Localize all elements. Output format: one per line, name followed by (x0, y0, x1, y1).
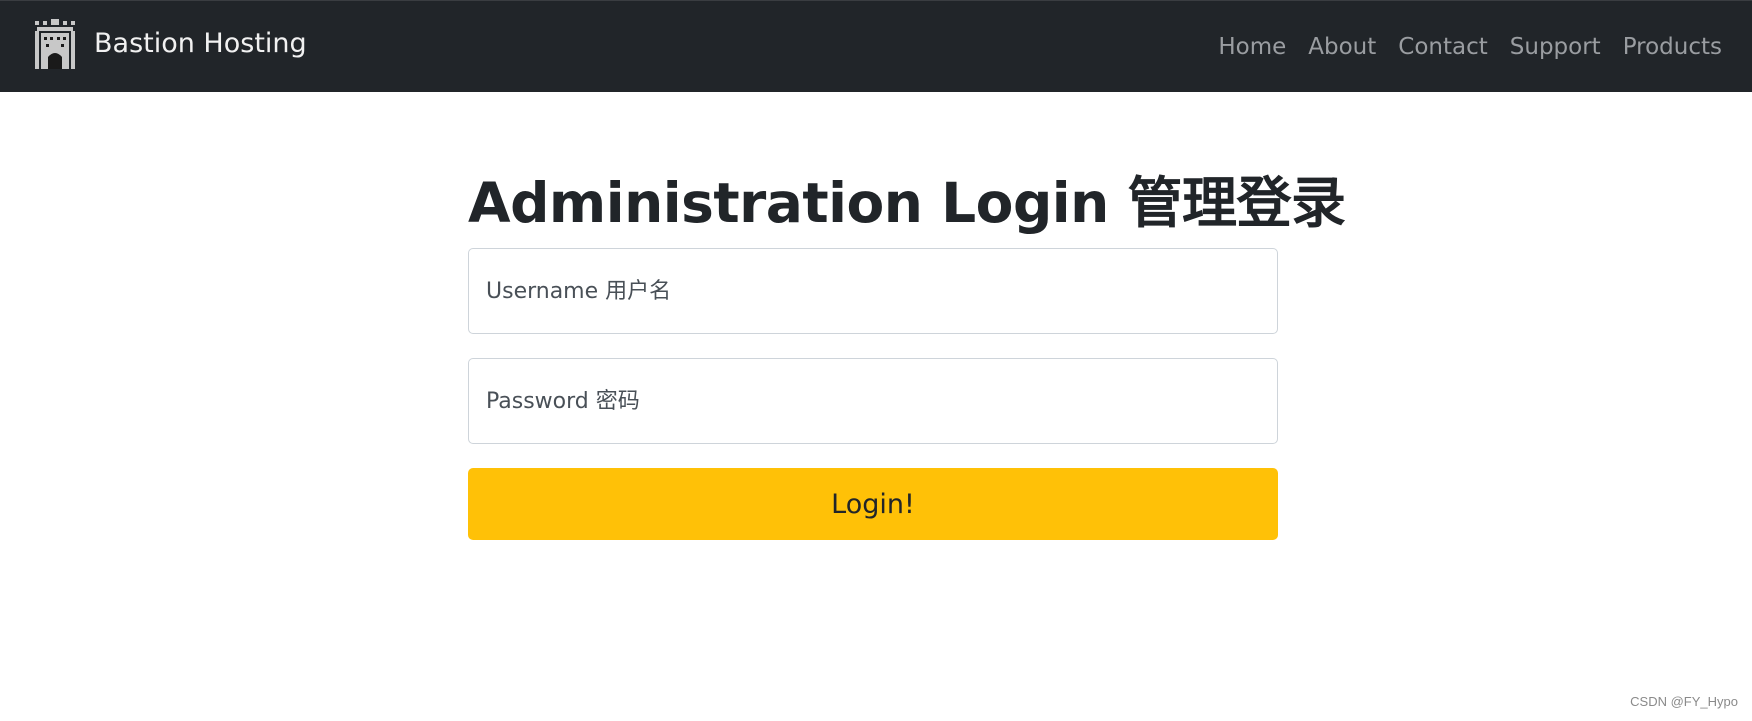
nav-item-home: Home (1218, 34, 1286, 60)
nav-item-support: Support (1510, 34, 1601, 60)
password-input[interactable] (468, 358, 1278, 444)
nav-link-support[interactable]: Support (1510, 34, 1601, 60)
page-title: Administration Login 管理登录 (468, 171, 1346, 235)
navbar: Bastion Hosting Home About Contact Suppo… (0, 0, 1752, 92)
nav-item-about: About (1308, 34, 1376, 60)
nav-menu: Home About Contact Support Products (1196, 1, 1722, 93)
watermark: CSDN @FY_Hypo (1630, 694, 1738, 709)
nav-item-products: Products (1623, 34, 1722, 60)
login-button[interactable]: Login! (468, 468, 1278, 540)
brand-name: Bastion Hosting (94, 28, 307, 59)
login-panel: Administration Login 管理登录 Login! (468, 160, 1346, 540)
nav-link-products[interactable]: Products (1623, 34, 1722, 60)
nav-item-contact: Contact (1398, 34, 1487, 60)
nav-link-home[interactable]: Home (1218, 34, 1286, 60)
nav-link-about[interactable]: About (1308, 34, 1376, 60)
castle-icon (35, 19, 75, 69)
username-input[interactable] (468, 248, 1278, 334)
brand-link[interactable]: Bastion Hosting (34, 17, 307, 71)
login-form: Login! (468, 248, 1278, 540)
nav-link-contact[interactable]: Contact (1398, 34, 1487, 60)
